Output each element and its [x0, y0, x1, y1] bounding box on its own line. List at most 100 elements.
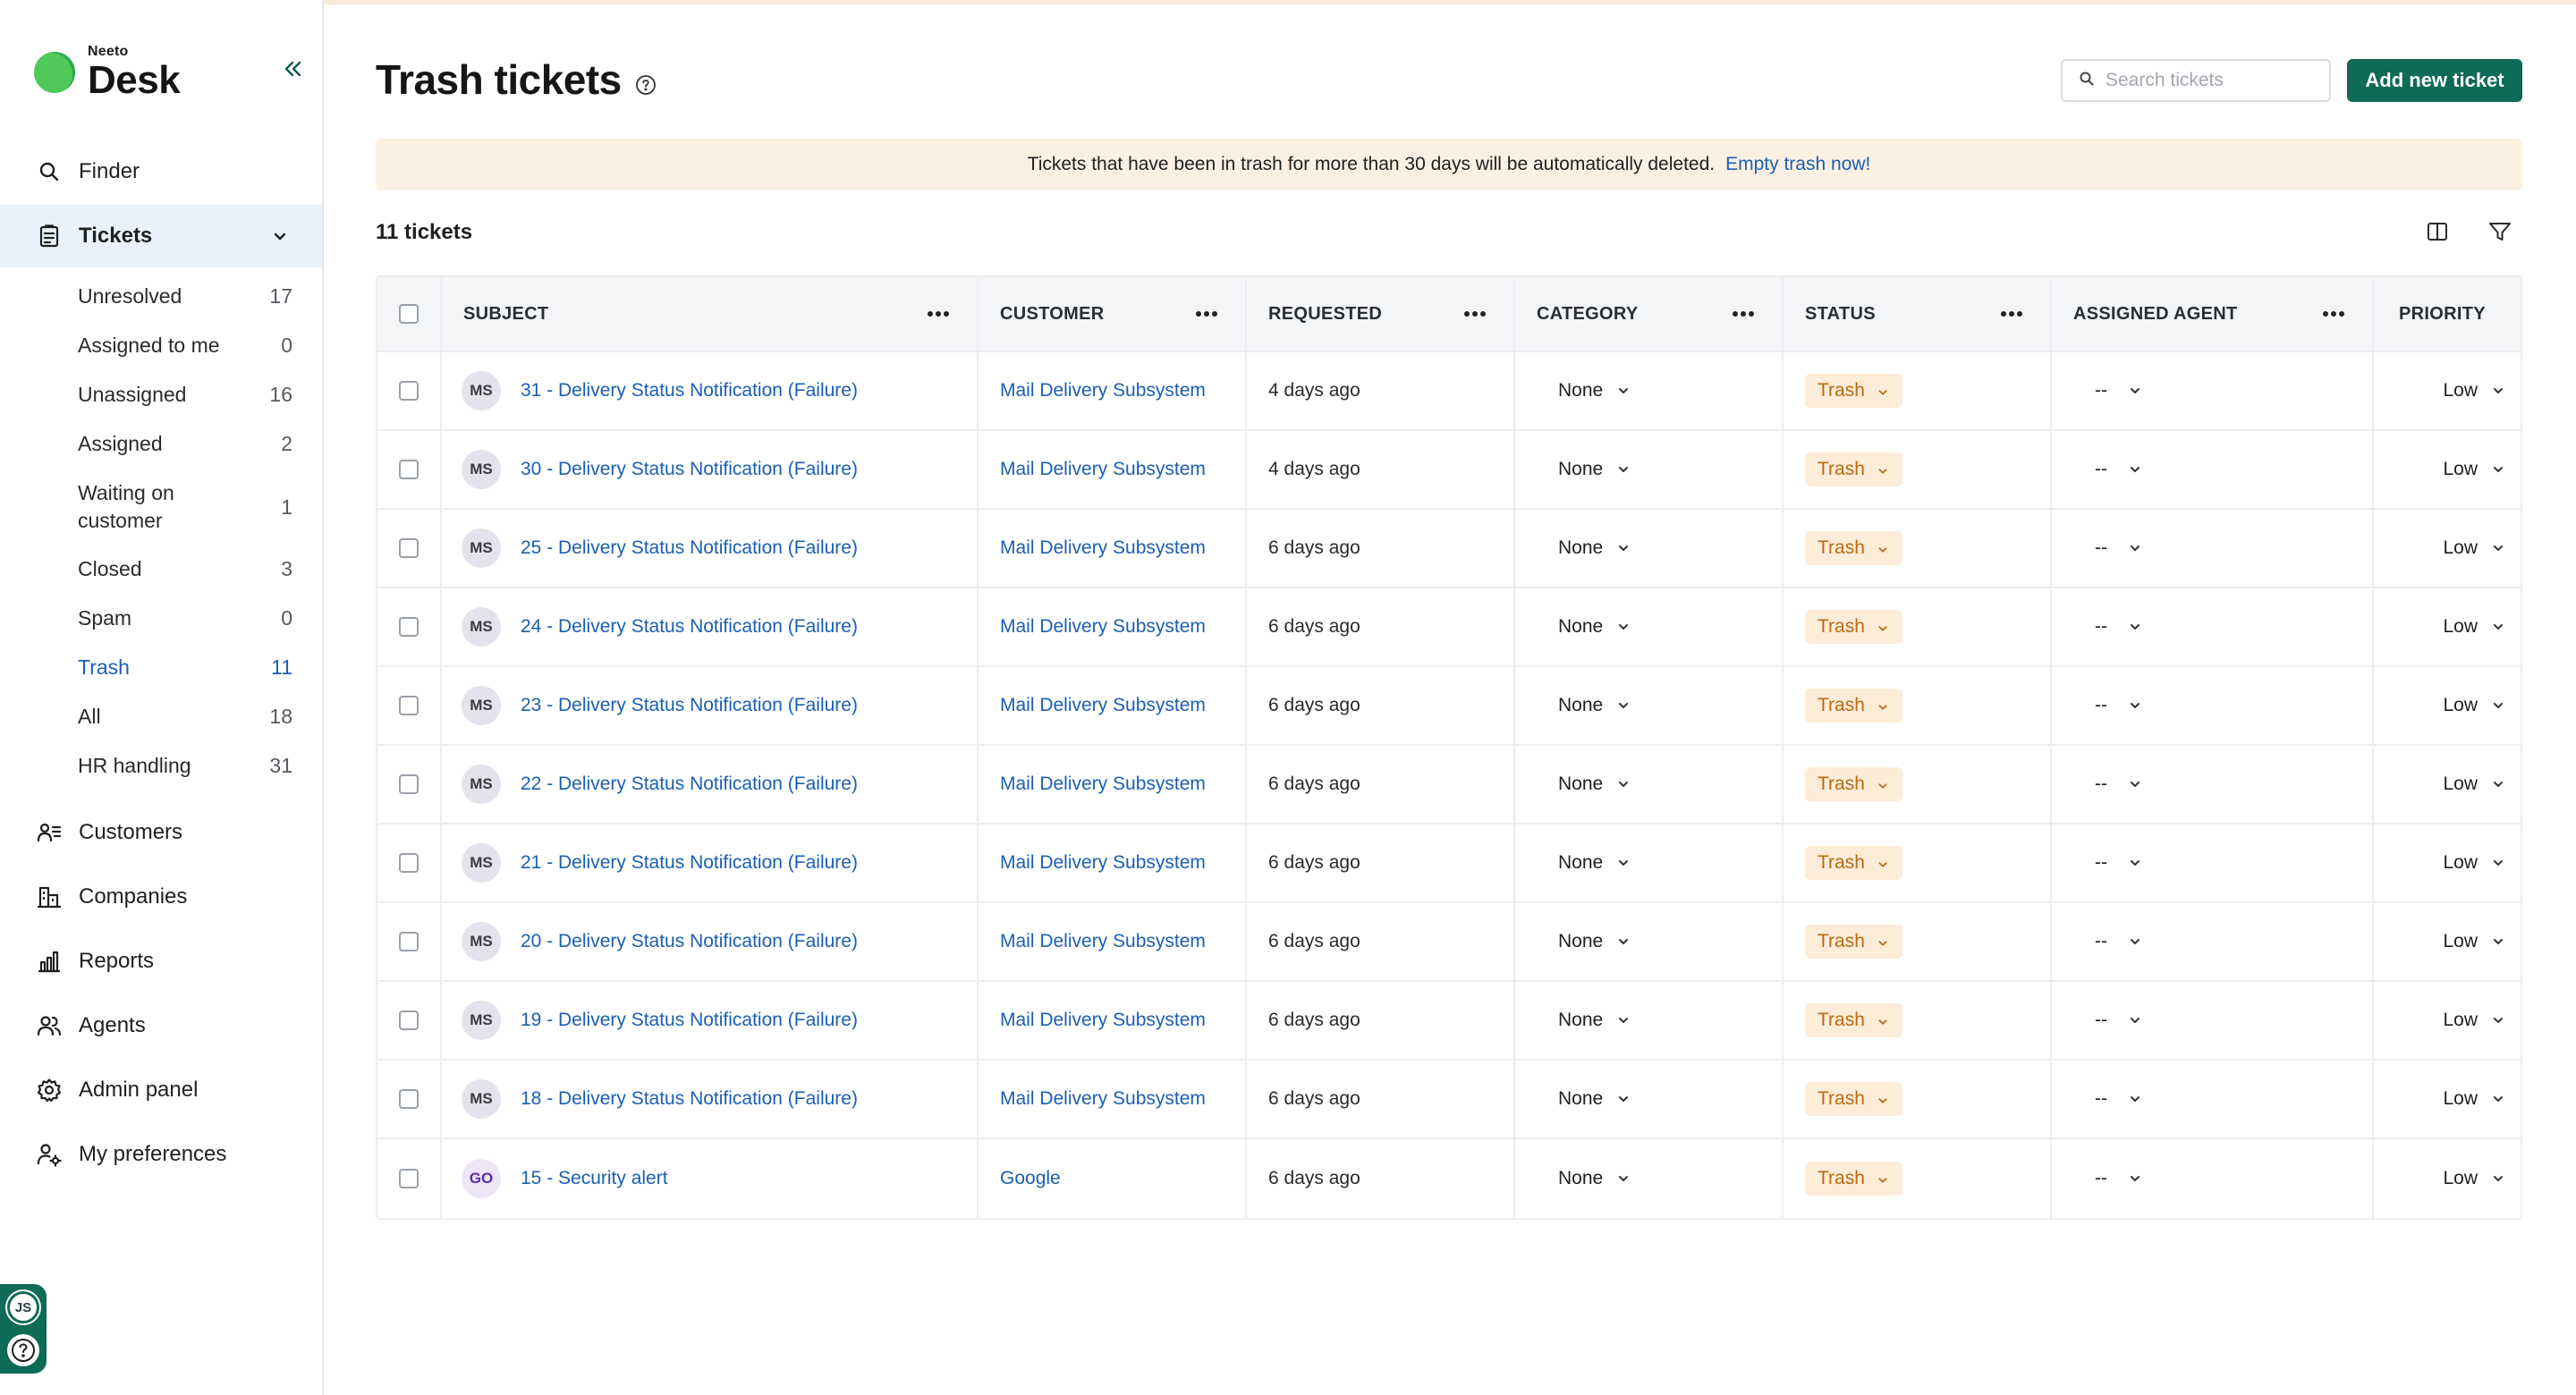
help-circle-icon[interactable] [635, 74, 657, 96]
sidebar-item-reports[interactable]: Reports [0, 930, 322, 993]
sidebar-item-customers[interactable]: Customers [0, 801, 322, 864]
customer-link[interactable]: Mail Delivery Subsystem [1000, 1010, 1206, 1031]
customer-link[interactable]: Mail Delivery Subsystem [1000, 695, 1206, 716]
status-dropdown[interactable]: Trash [1805, 767, 1902, 801]
table-row[interactable]: MS 18 - Delivery Status Notification (Fai… [377, 1061, 2521, 1139]
ticket-view-unassigned[interactable]: Unassigned 16 [78, 381, 292, 409]
ticket-subject-link[interactable]: 22 - Delivery Status Notification (Failu… [521, 774, 858, 795]
table-row[interactable]: MS 23 - Delivery Status Notification (Fai… [377, 667, 2521, 746]
status-dropdown[interactable]: Trash [1805, 1003, 1902, 1037]
priority-dropdown[interactable]: Low [2443, 931, 2506, 952]
priority-dropdown[interactable]: Low [2443, 852, 2506, 874]
table-row[interactable]: MS 25 - Delivery Status Notification (Fai… [377, 510, 2521, 588]
category-dropdown[interactable]: None [1558, 852, 1631, 874]
row-checkbox[interactable] [399, 381, 419, 401]
filter-icon[interactable] [2487, 218, 2513, 245]
row-checkbox[interactable] [399, 774, 419, 794]
assigned-agent-dropdown[interactable]: -- [2095, 616, 2143, 638]
priority-dropdown[interactable]: Low [2443, 1168, 2506, 1189]
ticket-view-trash[interactable]: Trash 11 [78, 654, 292, 681]
search-input[interactable] [2106, 70, 2320, 91]
add-new-ticket-button[interactable]: Add new ticket [2347, 59, 2522, 102]
ticket-subject-link[interactable]: 31 - Delivery Status Notification (Failu… [521, 380, 858, 402]
select-all-checkbox[interactable] [399, 304, 419, 324]
column-header-status[interactable]: Status [1784, 277, 2052, 351]
column-header-subject[interactable]: Subject [442, 277, 979, 351]
assigned-agent-dropdown[interactable]: -- [2095, 459, 2143, 480]
column-header-assigned-agent[interactable]: Assigned agent [2052, 277, 2374, 351]
priority-dropdown[interactable]: Low [2443, 774, 2506, 795]
category-dropdown[interactable]: None [1558, 695, 1631, 716]
customer-link[interactable]: Google [1000, 1168, 1061, 1189]
ticket-view-assigned-to-me[interactable]: Assigned to me 0 [78, 332, 292, 359]
ticket-subject-link[interactable]: 23 - Delivery Status Notification (Failu… [521, 695, 858, 716]
assigned-agent-dropdown[interactable]: -- [2095, 774, 2143, 795]
collapse-sidebar-icon[interactable] [279, 55, 306, 82]
table-row[interactable]: MS 21 - Delivery Status Notification (Fai… [377, 824, 2521, 903]
row-checkbox[interactable] [399, 1089, 419, 1109]
sidebar-item-agents[interactable]: Agents [0, 994, 322, 1057]
assigned-agent-dropdown[interactable]: -- [2095, 380, 2143, 402]
column-header-customer[interactable]: Customer [979, 277, 1247, 351]
ticket-view-waiting-on-customer[interactable]: Waiting on customer 1 [78, 479, 292, 535]
sidebar-item-tickets[interactable]: Tickets [0, 205, 322, 267]
status-dropdown[interactable]: Trash [1805, 1082, 1902, 1116]
sidebar-item-finder[interactable]: Finder [0, 140, 322, 203]
row-checkbox[interactable] [399, 932, 419, 951]
category-dropdown[interactable]: None [1558, 537, 1631, 559]
app-logo[interactable]: Neeto Desk [34, 45, 181, 102]
category-dropdown[interactable]: None [1558, 774, 1631, 795]
status-dropdown[interactable]: Trash [1805, 452, 1902, 486]
customer-link[interactable]: Mail Delivery Subsystem [1000, 1088, 1206, 1110]
customer-link[interactable]: Mail Delivery Subsystem [1000, 931, 1206, 952]
customer-link[interactable]: Mail Delivery Subsystem [1000, 774, 1206, 795]
assigned-agent-dropdown[interactable]: -- [2095, 1168, 2143, 1189]
assigned-agent-dropdown[interactable]: -- [2095, 537, 2143, 559]
priority-dropdown[interactable]: Low [2443, 616, 2506, 638]
status-dropdown[interactable]: Trash [1805, 374, 1902, 408]
ticket-view-closed[interactable]: Closed 3 [78, 555, 292, 583]
column-menu-icon[interactable] [2322, 310, 2345, 317]
row-checkbox[interactable] [399, 696, 419, 715]
ticket-subject-link[interactable]: 24 - Delivery Status Notification (Failu… [521, 616, 858, 638]
ticket-subject-link[interactable]: 30 - Delivery Status Notification (Failu… [521, 459, 858, 480]
category-dropdown[interactable]: None [1558, 380, 1631, 402]
ticket-subject-link[interactable]: 18 - Delivery Status Notification (Failu… [521, 1088, 858, 1110]
column-menu-icon[interactable] [1732, 310, 1755, 317]
sidebar-item-admin-panel[interactable]: Admin panel [0, 1059, 322, 1121]
column-header-category[interactable]: Category [1515, 277, 1784, 351]
table-row[interactable]: MS 30 - Delivery Status Notification (Fai… [377, 431, 2521, 510]
sidebar-item-my-preferences[interactable]: My preferences [0, 1123, 322, 1186]
customer-link[interactable]: Mail Delivery Subsystem [1000, 616, 1206, 638]
priority-dropdown[interactable]: Low [2443, 537, 2506, 559]
table-row[interactable]: MS 24 - Delivery Status Notification (Fai… [377, 588, 2521, 667]
status-dropdown[interactable]: Trash [1805, 925, 1902, 959]
customer-link[interactable]: Mail Delivery Subsystem [1000, 537, 1206, 559]
customer-link[interactable]: Mail Delivery Subsystem [1000, 380, 1206, 402]
ticket-subject-link[interactable]: 20 - Delivery Status Notification (Failu… [521, 931, 858, 952]
priority-dropdown[interactable]: Low [2443, 380, 2506, 402]
status-dropdown[interactable]: Trash [1805, 610, 1902, 644]
category-dropdown[interactable]: None [1558, 1088, 1631, 1110]
customer-link[interactable]: Mail Delivery Subsystem [1000, 852, 1206, 874]
ticket-view-unresolved[interactable]: Unresolved 17 [78, 283, 292, 310]
user-avatar[interactable]: JS [7, 1291, 39, 1323]
priority-dropdown[interactable]: Low [2443, 459, 2506, 480]
row-checkbox[interactable] [399, 1010, 419, 1030]
table-row[interactable]: MS 22 - Delivery Status Notification (Fai… [377, 746, 2521, 824]
empty-trash-link[interactable]: Empty trash now! [1725, 154, 1870, 175]
column-menu-icon[interactable] [2000, 310, 2023, 317]
assigned-agent-dropdown[interactable]: -- [2095, 931, 2143, 952]
ticket-subject-link[interactable]: 21 - Delivery Status Notification (Failu… [521, 852, 858, 874]
ticket-view-assigned[interactable]: Assigned 2 [78, 430, 292, 458]
column-menu-icon[interactable] [1463, 310, 1487, 317]
priority-dropdown[interactable]: Low [2443, 1010, 2506, 1031]
row-checkbox[interactable] [399, 538, 419, 558]
assigned-agent-dropdown[interactable]: -- [2095, 695, 2143, 716]
ticket-subject-link[interactable]: 15 - Security alert [521, 1168, 668, 1189]
table-row[interactable]: MS 31 - Delivery Status Notification (Fai… [377, 352, 2521, 431]
column-header-requested[interactable]: Requested [1247, 277, 1515, 351]
columns-icon[interactable] [2424, 218, 2451, 245]
assigned-agent-dropdown[interactable]: -- [2095, 1088, 2143, 1110]
table-row[interactable]: GO 15 - Security alert Google 6 days ago Non… [377, 1139, 2521, 1218]
